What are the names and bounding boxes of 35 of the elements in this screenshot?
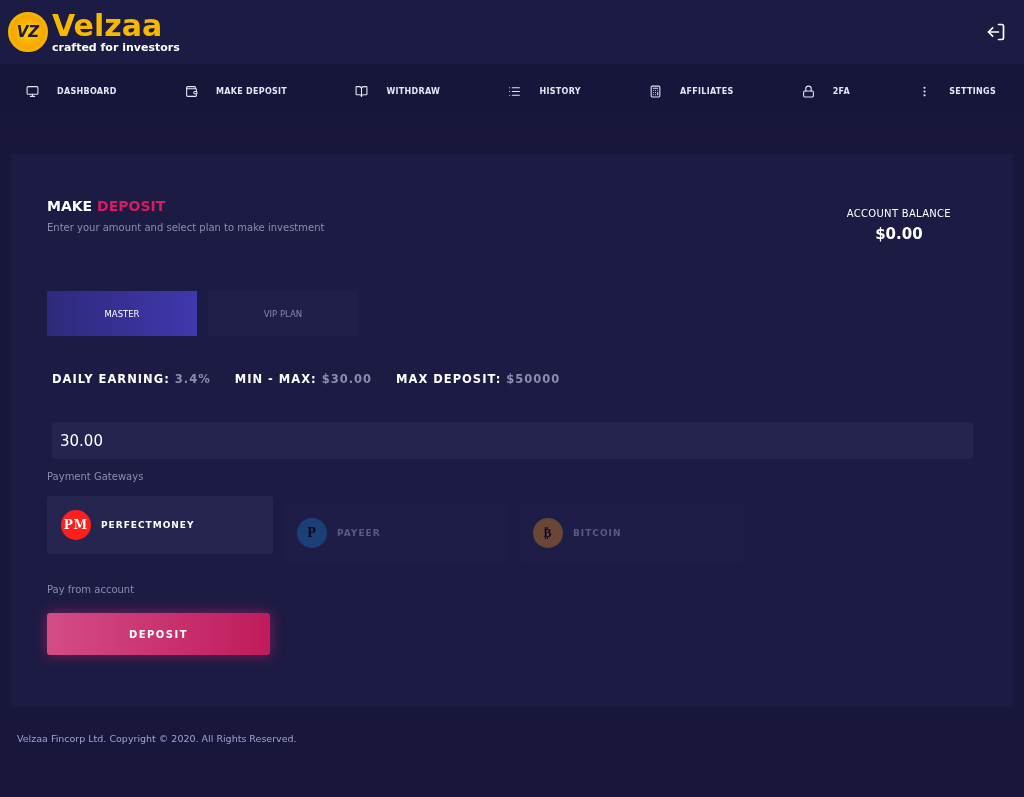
- nav-link[interactable]: 2FA: [801, 84, 850, 98]
- logout-icon[interactable]: [986, 22, 1006, 42]
- page-title: MAKE DEPOSIT: [47, 198, 167, 214]
- page-subtitle: Enter your amount and select plan to make investment: [47, 222, 325, 233]
- gateways-label: Payment Gateways: [47, 471, 145, 482]
- plan-tab[interactable]: MASTER: [47, 291, 197, 336]
- deposit-button[interactable]: DEPOSIT: [47, 613, 270, 655]
- nav-link[interactable]: DASHBOARD: [26, 84, 117, 98]
- book-icon: [355, 84, 369, 98]
- monitor-icon: [26, 84, 39, 98]
- footer-text: Velzaa Fincorp Ltd. Copyright © 2020. All Rights Reserved.: [16, 732, 298, 746]
- nav-link[interactable]: WITHDRAW: [355, 84, 441, 98]
- amount-field[interactable]: 30.00: [52, 422, 973, 459]
- nav-link[interactable]: MAKE DEPOSIT: [184, 84, 288, 98]
- logo-name: Velzaa: [52, 10, 164, 41]
- plan-tab[interactable]: VIP PLAN: [208, 291, 358, 336]
- calculator-icon: [649, 84, 663, 98]
- logo-mark: VZ: [8, 12, 48, 52]
- logo-tagline: crafted for investors: [52, 40, 180, 54]
- gateway-logo: P: [297, 518, 327, 548]
- plan-stat: MIN - MAX: $30.00: [234, 372, 373, 386]
- nav-link[interactable]: AFFILIATES: [649, 84, 734, 98]
- nav-link[interactable]: SETTINGS: [918, 84, 996, 98]
- lock-icon: [801, 84, 815, 98]
- gateway-logo: ₿: [533, 518, 563, 548]
- list-icon: [508, 84, 522, 98]
- balance-label: ACCOUNT BALANCE: [846, 208, 951, 219]
- balance-value: $0.00: [875, 225, 923, 243]
- gateway-logo: PM: [61, 510, 91, 540]
- pay-from-label: Pay from account: [47, 584, 136, 595]
- plan-stat: DAILY EARNING: 3.4%: [52, 372, 211, 386]
- wallet-icon: [184, 84, 198, 98]
- plan-stat: MAX DEPOSIT: $50000: [396, 372, 561, 386]
- gateway-option[interactable]: PM PERFECTMONEY: [47, 496, 273, 554]
- nav-link[interactable]: HISTORY: [508, 84, 581, 98]
